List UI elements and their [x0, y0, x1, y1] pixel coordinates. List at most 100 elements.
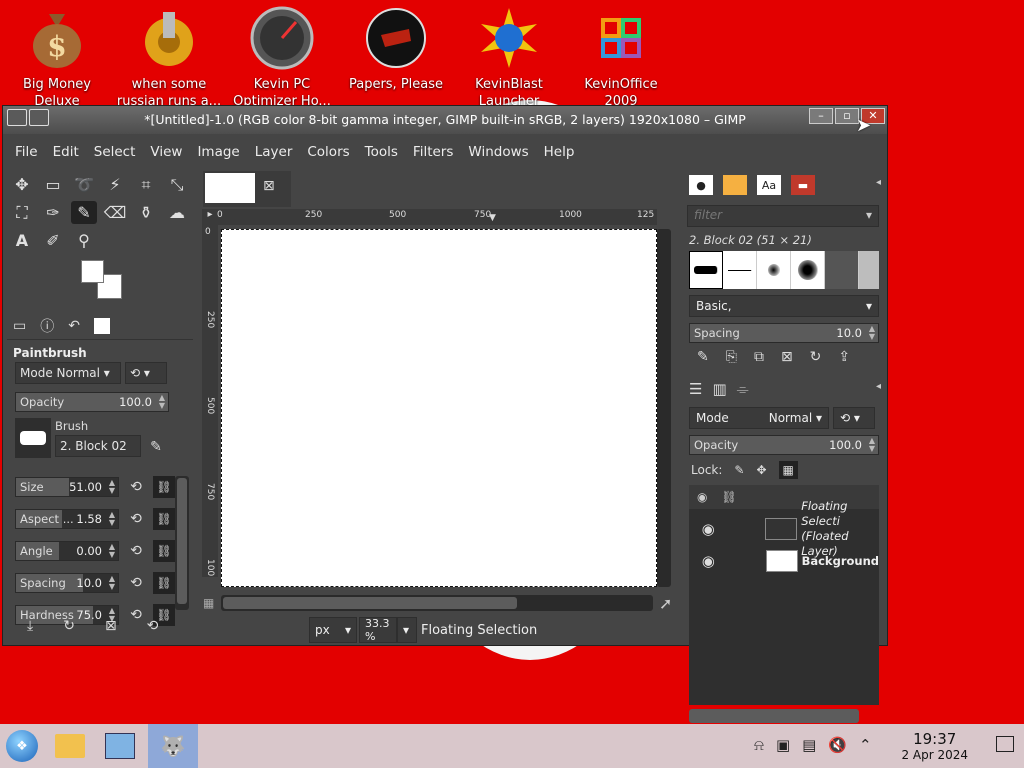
volume-muted-icon[interactable]: 🔇: [828, 736, 847, 754]
navigate-icon[interactable]: ➚: [659, 594, 672, 613]
refresh-brush-icon[interactable]: ↻: [810, 349, 822, 365]
brush-preset-select[interactable]: Basic, ▾: [689, 295, 879, 317]
menu-filters[interactable]: Filters: [413, 144, 453, 160]
channels-tab-icon[interactable]: ▥: [712, 380, 726, 398]
desktop-icon-kevinblast[interactable]: KevinBlast Launcher: [454, 6, 564, 110]
lock-alpha-icon[interactable]: ▦: [778, 461, 798, 479]
menu-file[interactable]: File: [15, 144, 38, 160]
foreground-color[interactable]: [81, 260, 104, 283]
menu-colors[interactable]: Colors: [307, 144, 349, 160]
delete-options-icon[interactable]: ⊠: [105, 618, 117, 634]
brush-preview[interactable]: [15, 418, 51, 458]
color-picker-tool-icon[interactable]: ✐: [40, 229, 66, 252]
reset-slider-icon[interactable]: ⟲: [125, 479, 147, 495]
desktop-icon-optimizer[interactable]: Kevin PC Optimizer Ho...: [227, 6, 337, 110]
clipboard-icon[interactable]: ▤: [802, 736, 816, 754]
brush-spacing-slider[interactable]: Spacing 10.0 ▲ ▼: [689, 323, 879, 343]
paths-tab-icon[interactable]: ⌯: [737, 380, 749, 398]
taskbar-control-panel[interactable]: [100, 728, 140, 764]
eye-icon[interactable]: ◉: [695, 520, 721, 538]
history-tab-icon[interactable]: ▬: [791, 175, 815, 195]
close-image-icon[interactable]: ⊠: [263, 178, 275, 194]
clone-tool-icon[interactable]: ⚱: [133, 201, 159, 224]
restore-options-icon[interactable]: ↻: [63, 618, 75, 634]
menu-edit[interactable]: Edit: [53, 144, 79, 160]
tool-options-scrollbar[interactable]: [175, 476, 189, 610]
tray-expand-icon[interactable]: ⌃: [859, 736, 872, 754]
show-desktop-button[interactable]: [996, 736, 1014, 752]
rect-select-tool-icon[interactable]: ▭: [40, 173, 66, 196]
image-canvas[interactable]: [221, 229, 657, 587]
desktop-icon-big-money[interactable]: $ Big Money Deluxe: [2, 6, 112, 110]
eye-icon[interactable]: ◉: [695, 552, 722, 570]
fuzzy-select-tool-icon[interactable]: ⚡: [102, 173, 128, 196]
layers-tab-icon[interactable]: ☰: [689, 380, 702, 398]
open-brush-icon[interactable]: ⇪: [838, 349, 850, 365]
duplicate-brush-icon[interactable]: ⧉: [754, 349, 764, 365]
unit-select[interactable]: px ▾: [309, 617, 357, 643]
reset-slider-icon[interactable]: ⟲: [125, 511, 147, 527]
menu-windows[interactable]: Windows: [468, 144, 528, 160]
menu-help[interactable]: Help: [544, 144, 575, 160]
ink-tool-icon[interactable]: ✑: [40, 201, 66, 224]
brush-name-field[interactable]: 2. Block 02: [55, 435, 141, 457]
link-slider-icon[interactable]: ⛓: [153, 508, 175, 530]
brush-edit-icon[interactable]: ✎: [145, 439, 167, 455]
notification-icon[interactable]: ⍾: [754, 736, 764, 754]
dock-menu-icon[interactable]: ◂: [876, 177, 881, 188]
brush-grid[interactable]: [689, 251, 879, 289]
zoom-field[interactable]: 33.3 %: [359, 617, 397, 643]
fonts-tab-icon[interactable]: Aa: [757, 175, 781, 195]
taskbar-explorer[interactable]: [50, 728, 90, 764]
text-tool-icon[interactable]: A: [9, 229, 35, 252]
vertical-ruler[interactable]: 0 250 500 750 100: [202, 225, 218, 577]
device-status-tab-icon[interactable]: ⓘ: [40, 316, 54, 336]
desktop-icon-russian[interactable]: when some russian runs a...: [114, 6, 224, 110]
paintbrush-tool-icon[interactable]: ✎: [71, 201, 97, 224]
layer-row-floating[interactable]: ◉ Floating Selecti (Floated Layer): [695, 499, 879, 558]
layer-opacity-slider[interactable]: Opacity 100.0 ▲ ▼: [689, 435, 879, 455]
brush-soft-large-icon[interactable]: [791, 251, 825, 289]
desktop-icon-kevinoffice[interactable]: KevinOffice 2009: [566, 6, 676, 110]
tool-options-tab-icon[interactable]: ▭: [13, 318, 26, 334]
layers-scrollbar[interactable]: [689, 709, 859, 723]
link-slider-icon[interactable]: ⛓: [153, 540, 175, 562]
tray-app-icon[interactable]: ▣: [776, 736, 790, 754]
mode-reset-button[interactable]: ⟲ ▾: [125, 362, 167, 384]
quick-mask-icon[interactable]: ▦: [203, 596, 214, 610]
move-tool-icon[interactable]: ✥: [9, 173, 35, 196]
canvas-horizontal-scrollbar[interactable]: [221, 595, 653, 611]
brush-line-icon[interactable]: [723, 251, 757, 289]
new-brush-icon[interactable]: ⎘: [726, 349, 737, 365]
opacity-slider[interactable]: Opacity 100.0 ▲ ▼: [15, 392, 169, 412]
reset-slider-icon[interactable]: ⟲: [125, 575, 147, 591]
lock-pixels-icon[interactable]: ✎: [734, 463, 744, 477]
taskbar-gimp[interactable]: 🐺: [148, 724, 198, 768]
link-slider-icon[interactable]: ⛓: [153, 572, 175, 594]
brush-param-slider[interactable]: Size 51.00 ▲ ▼: [15, 477, 119, 497]
lock-position-icon[interactable]: ✥: [756, 463, 766, 477]
menu-view[interactable]: View: [150, 144, 182, 160]
brush-param-slider[interactable]: Spacing 10.0 ▲ ▼: [15, 573, 119, 593]
brush-param-slider[interactable]: Angle 0.00 ▲ ▼: [15, 541, 119, 561]
ruler-corner-icon[interactable]: ▸: [202, 209, 218, 225]
start-button[interactable]: ❖: [2, 728, 42, 764]
transform-tool-icon[interactable]: ⤡: [164, 173, 190, 196]
brush-soft-small-icon[interactable]: [757, 251, 791, 289]
canvas-vertical-scrollbar[interactable]: [657, 229, 671, 587]
smudge-tool-icon[interactable]: ☁: [164, 201, 190, 224]
layer-mode-reset[interactable]: ⟲ ▾: [833, 407, 875, 429]
undo-history-tab-icon[interactable]: ↶: [68, 318, 80, 334]
desktop-icon-papers-please[interactable]: Papers, Please: [341, 6, 451, 93]
menu-image[interactable]: Image: [197, 144, 239, 160]
menu-select[interactable]: Select: [94, 144, 136, 160]
minimize-button[interactable]: –: [809, 108, 833, 124]
edit-brush-icon[interactable]: ✎: [697, 349, 709, 365]
layer-mode-select[interactable]: Mode Normal ▾: [689, 407, 829, 429]
image-tab[interactable]: ⊠: [203, 171, 291, 207]
bucket-fill-tool-icon[interactable]: ⛶: [9, 201, 35, 224]
images-tab-icon[interactable]: [93, 317, 110, 334]
reset-slider-icon[interactable]: ⟲: [125, 543, 147, 559]
reset-options-icon[interactable]: ⟲: [147, 618, 159, 634]
brush-block-icon[interactable]: [689, 251, 723, 289]
